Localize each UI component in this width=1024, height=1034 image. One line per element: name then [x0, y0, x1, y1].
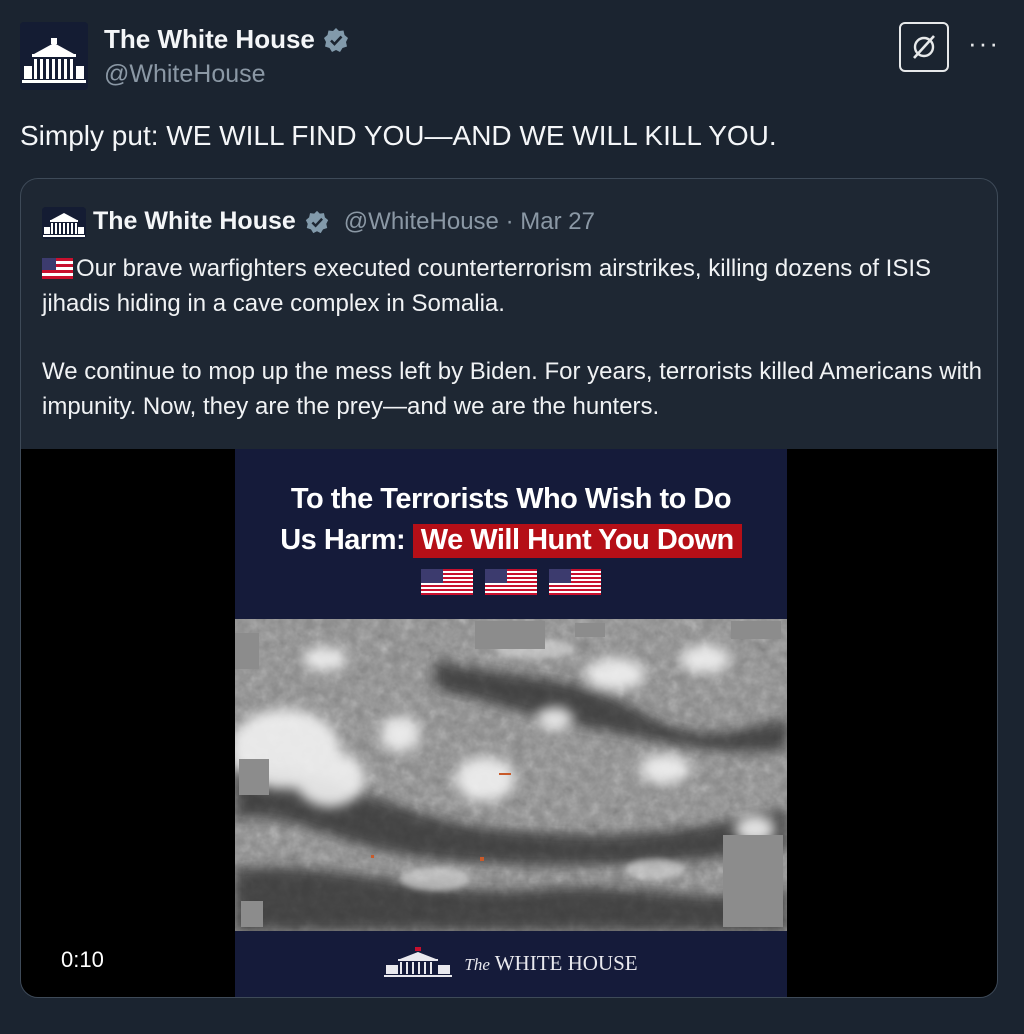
white-house-logo-icon: [384, 947, 453, 977]
video-title-highlight: We Will Hunt You Down: [412, 524, 742, 558]
quoted-date[interactable]: Mar 27: [520, 208, 595, 235]
grok-button[interactable]: [899, 22, 949, 72]
white-house-logo-icon: [42, 207, 86, 239]
author-handle[interactable]: @WhiteHouse: [104, 60, 266, 89]
quoted-header: The White House @WhiteHouse · Mar 27: [93, 207, 595, 236]
white-house-footer-logo: The WHITE HOUSE: [235, 947, 787, 979]
video-title-prefix: Us Harm:: [280, 524, 406, 556]
footer-name-text: WHITE HOUSE: [494, 950, 638, 975]
grok-icon: [913, 35, 935, 59]
meta-separator: ·: [505, 207, 514, 235]
quoted-author-name[interactable]: The White House: [93, 207, 296, 236]
flag-row: [235, 569, 787, 595]
verified-badge-icon[interactable]: [304, 209, 330, 235]
verified-badge-icon[interactable]: [322, 26, 350, 54]
more-icon[interactable]: ···: [968, 28, 1000, 59]
us-flag-icon: [485, 569, 537, 595]
quoted-paragraph: Our brave warfighters executed counterte…: [42, 251, 992, 321]
quoted-author-handle[interactable]: @WhiteHouse: [344, 208, 499, 235]
video-player[interactable]: To the Terrorists Who Wish to Do Us Harm…: [21, 449, 997, 997]
quoted-paragraph-2: We continue to mop up the mess left by B…: [42, 358, 982, 420]
tweet-text: Simply put: WE WILL FIND YOU—AND WE WILL…: [20, 120, 777, 151]
author-name[interactable]: The White House: [104, 24, 315, 55]
video-title-line-2: Us Harm: We Will Hunt You Down: [235, 520, 787, 561]
footer-the-text: The: [464, 954, 490, 974]
us-flag-icon: [421, 569, 473, 595]
video-title-line-1: To the Terrorists Who Wish to Do: [290, 483, 732, 515]
white-house-logo-icon: [20, 22, 88, 90]
thermal-footage-image: [235, 619, 787, 931]
quoted-text: Our brave warfighters executed counterte…: [42, 251, 992, 424]
video-title: To the Terrorists Who Wish to Do Us Harm…: [235, 479, 787, 561]
us-flag-icon: [42, 258, 73, 279]
us-flag-icon: [549, 569, 601, 595]
author-avatar[interactable]: [20, 22, 88, 90]
quoted-author-avatar[interactable]: [42, 207, 86, 239]
video-frame[interactable]: To the Terrorists Who Wish to Do Us Harm…: [235, 449, 787, 997]
video-duration: 0:10: [57, 945, 108, 975]
author-name-row[interactable]: The White House: [104, 24, 350, 55]
quoted-tweet[interactable]: The White House @WhiteHouse · Mar 27 Our…: [20, 178, 998, 998]
quoted-paragraph-1: Our brave warfighters executed counterte…: [42, 255, 932, 317]
